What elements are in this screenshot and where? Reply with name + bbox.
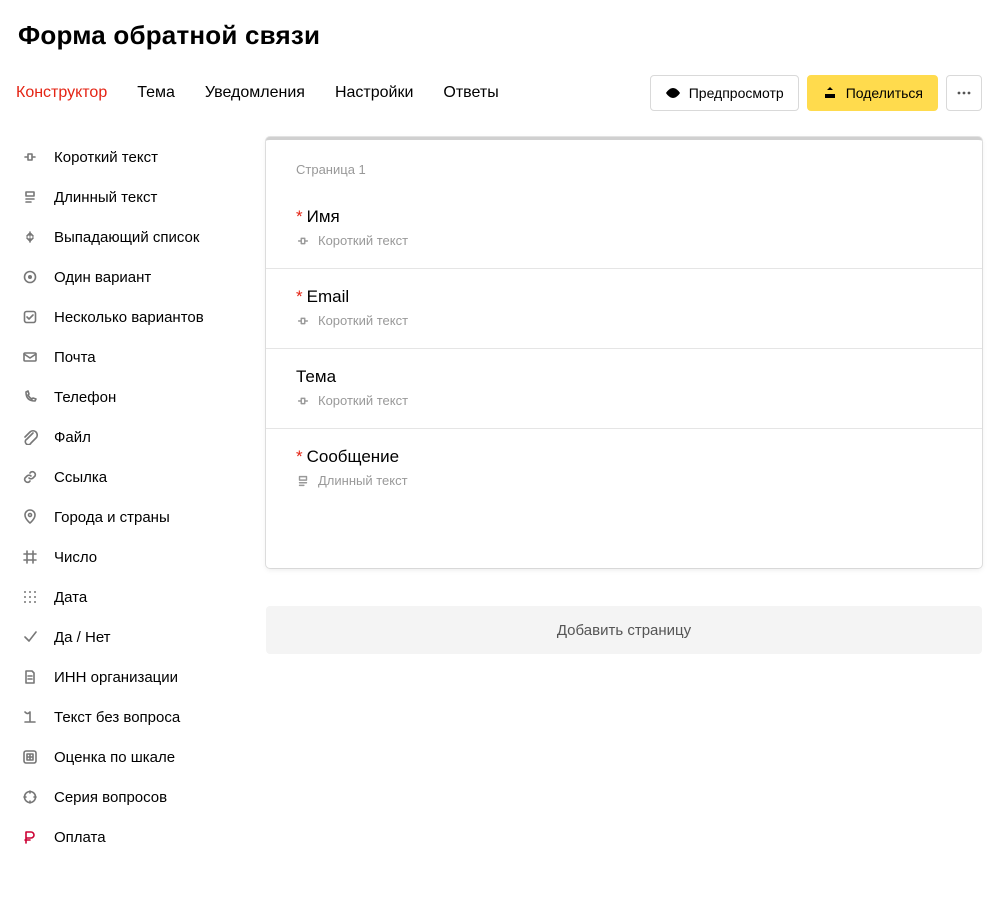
tab-settings[interactable]: Настройки [335,84,413,102]
geo-icon [20,507,40,527]
field-label: *Имя [296,207,952,227]
field-type-icon [296,394,310,408]
form-field[interactable]: Тема Короткий текст [266,348,982,428]
field-type: Короткий текст [296,313,952,328]
more-button[interactable] [946,75,982,111]
sidebar-item-label: Длинный текст [54,189,157,206]
tab-constructor[interactable]: Конструктор [16,84,107,102]
sidebar-item-label: Короткий текст [54,149,158,166]
payment-icon [20,827,40,847]
phone-icon [20,387,40,407]
tab-theme[interactable]: Тема [137,84,175,102]
share-button[interactable]: Поделиться [807,75,938,111]
form-title: Форма обратной связи [18,20,982,51]
sidebar-item-short-text[interactable]: Короткий текст [16,137,236,177]
form-page-panel: Страница 1 *Имя Короткий текст *Email Корот… [266,137,982,568]
sidebar-item-label: Выпадающий список [54,229,199,246]
checkbox-icon [20,307,40,327]
required-marker: * [296,207,303,226]
field-type: Короткий текст [296,393,952,408]
scale-icon [20,747,40,767]
short-text-icon [20,147,40,167]
sidebar-item-email[interactable]: Почта [16,337,236,377]
radio-icon [20,267,40,287]
sidebar-item-text-only[interactable]: Текст без вопроса [16,697,236,737]
tab-answers[interactable]: Ответы [443,84,498,102]
tab-bar: Конструктор Тема Уведомления Настройки О… [16,84,499,102]
field-label: *Сообщение [296,447,952,467]
yesno-icon [20,627,40,647]
field-type-label: Короткий текст [318,393,408,408]
share-icon [822,85,838,101]
link-icon [20,467,40,487]
sidebar-item-label: Файл [54,429,91,446]
sidebar-item-phone[interactable]: Телефон [16,377,236,417]
share-button-label: Поделиться [846,85,923,101]
add-page-button[interactable]: Добавить страницу [266,606,982,654]
field-type: Длинный текст [296,473,952,488]
email-icon [20,347,40,367]
sidebar-item-label: Дата [54,589,87,606]
field-type-label: Короткий текст [318,313,408,328]
required-marker: * [296,447,303,466]
file-icon [20,427,40,447]
sidebar-item-scale[interactable]: Оценка по шкале [16,737,236,777]
sidebar-item-label: Один вариант [54,269,151,286]
sidebar-item-yesno[interactable]: Да / Нет [16,617,236,657]
sidebar-item-label: Оценка по шкале [54,749,175,766]
sidebar-item-checkbox[interactable]: Несколько вариантов [16,297,236,337]
sidebar-item-inn[interactable]: ИНН организации [16,657,236,697]
sidebar-item-label: ИНН организации [54,669,178,686]
page-label: Страница 1 [266,140,982,189]
long-text-icon [20,187,40,207]
sidebar-item-label: Города и страны [54,509,170,526]
eye-icon [665,85,681,101]
sidebar-item-label: Да / Нет [54,629,111,646]
sidebar-item-label: Почта [54,349,96,366]
date-icon [20,587,40,607]
sidebar-item-link[interactable]: Ссылка [16,457,236,497]
field-type-sidebar: Короткий текст Длинный текст Выпадающий сп… [16,137,236,857]
sidebar-item-dropdown[interactable]: Выпадающий список [16,217,236,257]
sidebar-item-label: Ссылка [54,469,107,486]
field-type: Короткий текст [296,233,952,248]
tab-notifications[interactable]: Уведомления [205,84,305,102]
sidebar-item-long-text[interactable]: Длинный текст [16,177,236,217]
sidebar-item-label: Число [54,549,97,566]
sidebar-item-date[interactable]: Дата [16,577,236,617]
form-canvas: Страница 1 *Имя Короткий текст *Email Корот… [266,137,982,654]
field-label: Тема [296,367,952,387]
form-field[interactable]: *Имя Короткий текст [266,189,982,268]
form-field[interactable]: *Сообщение Длинный текст [266,428,982,508]
sidebar-item-label: Несколько вариантов [54,309,204,326]
sidebar-item-file[interactable]: Файл [16,417,236,457]
sidebar-item-radio[interactable]: Один вариант [16,257,236,297]
sidebar-item-number[interactable]: Число [16,537,236,577]
preview-button[interactable]: Предпросмотр [650,75,799,111]
sidebar-item-label: Серия вопросов [54,789,167,806]
field-type-label: Длинный текст [318,473,408,488]
sidebar-item-label: Оплата [54,829,106,846]
field-label: *Email [296,287,952,307]
text-only-icon [20,707,40,727]
sidebar-item-label: Телефон [54,389,116,406]
sidebar-item-payment[interactable]: Оплата [16,817,236,857]
field-type-label: Короткий текст [318,233,408,248]
field-type-icon [296,234,310,248]
sidebar-item-series[interactable]: Серия вопросов [16,777,236,817]
more-icon [956,85,972,101]
header-bar: Конструктор Тема Уведомления Настройки О… [16,73,982,131]
field-type-icon [296,474,310,488]
sidebar-item-label: Текст без вопроса [54,709,180,726]
field-type-icon [296,314,310,328]
series-icon [20,787,40,807]
sidebar-item-geo[interactable]: Города и страны [16,497,236,537]
preview-button-label: Предпросмотр [689,85,784,101]
number-icon [20,547,40,567]
form-field[interactable]: *Email Короткий текст [266,268,982,348]
inn-icon [20,667,40,687]
required-marker: * [296,287,303,306]
dropdown-icon [20,227,40,247]
